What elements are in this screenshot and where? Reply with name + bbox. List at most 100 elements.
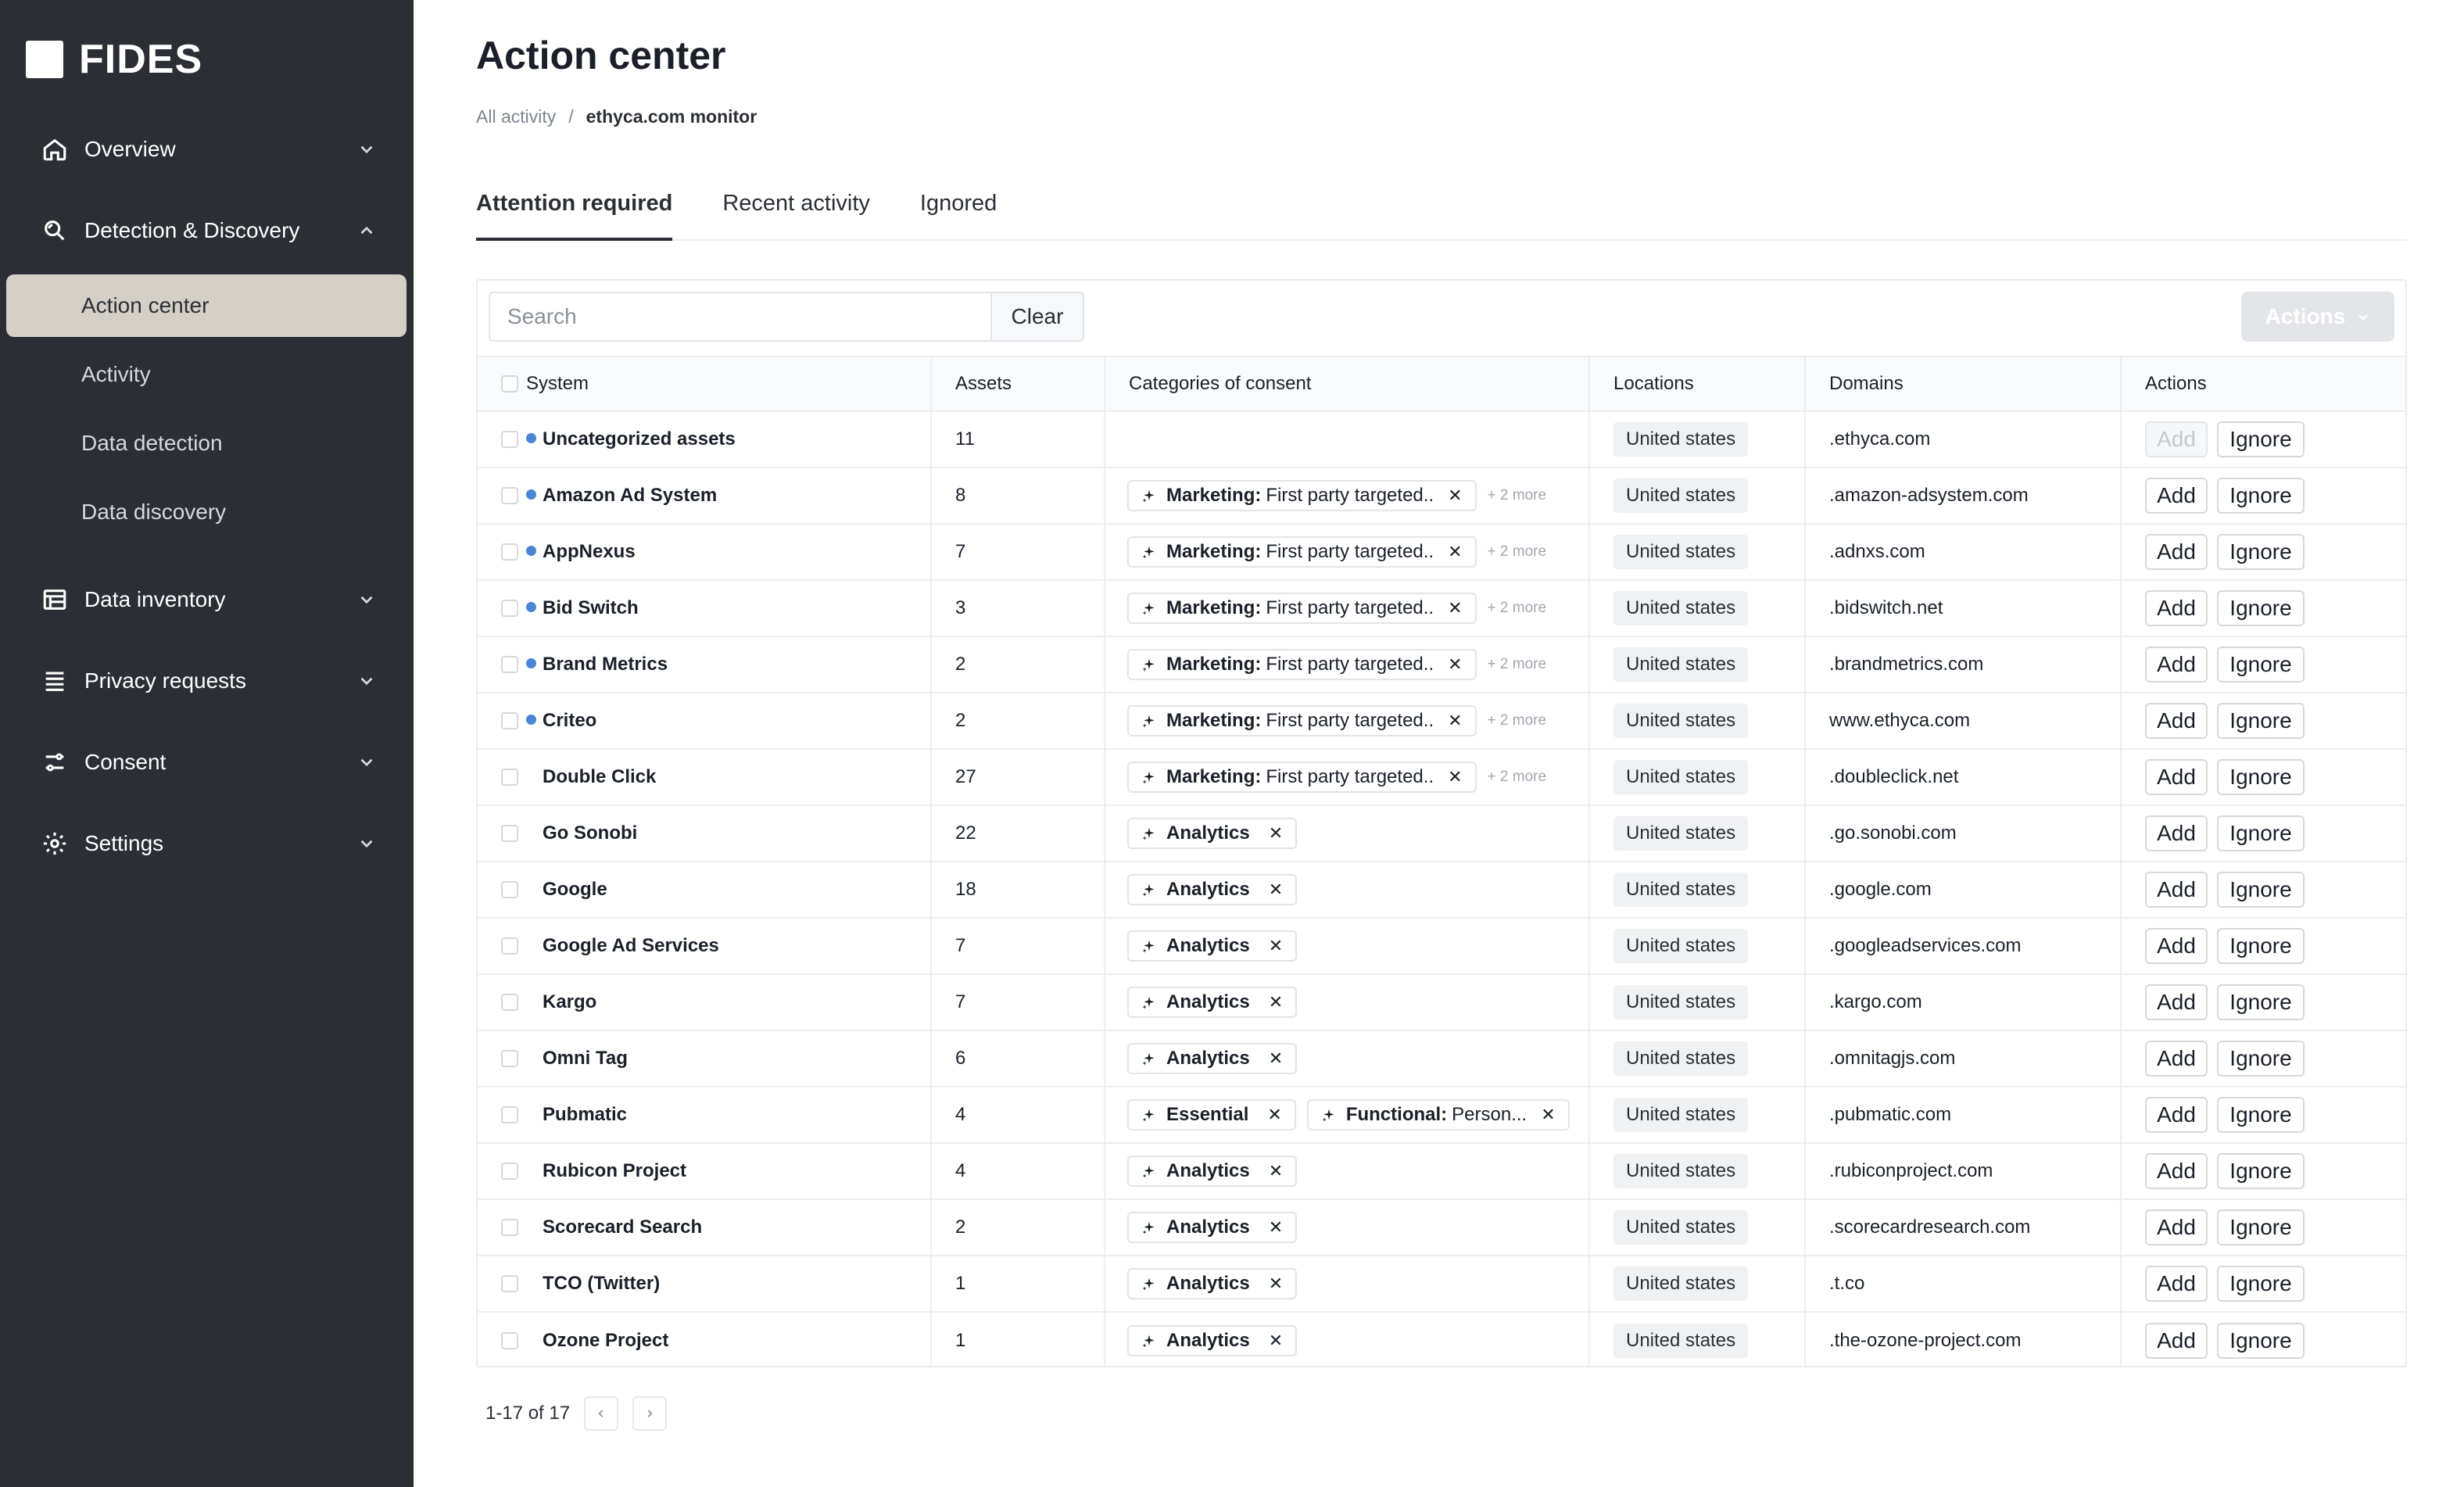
close-icon[interactable]: ✕ — [1269, 880, 1283, 900]
row-checkbox[interactable] — [501, 881, 518, 898]
row-checkbox[interactable] — [501, 600, 518, 617]
column-header-assets[interactable]: Assets — [931, 356, 1105, 412]
tab-recent-activity[interactable]: Recent activity — [722, 180, 870, 241]
row-checkbox[interactable] — [501, 1331, 518, 1349]
close-icon[interactable]: ✕ — [1448, 598, 1462, 618]
close-icon[interactable]: ✕ — [1269, 1274, 1283, 1294]
add-button[interactable]: Add — [2145, 1266, 2208, 1302]
ignore-button[interactable]: Ignore — [2217, 478, 2305, 514]
system-cell[interactable]: Amazon Ad System — [525, 468, 932, 525]
close-icon[interactable]: ✕ — [1448, 711, 1462, 731]
add-button[interactable]: Add — [2145, 928, 2208, 964]
close-icon[interactable]: ✕ — [1448, 542, 1462, 562]
add-button[interactable]: Add — [2145, 815, 2208, 851]
actions-button[interactable]: Actions — [2241, 292, 2394, 342]
search-input[interactable] — [489, 292, 992, 342]
row-checkbox[interactable] — [501, 431, 518, 448]
ignore-button[interactable]: Ignore — [2217, 703, 2305, 739]
system-cell[interactable]: Double Click — [525, 749, 932, 806]
ignore-button[interactable]: Ignore — [2217, 421, 2305, 457]
column-header-categories[interactable]: Categories of consent — [1105, 356, 1590, 412]
consent-category-tag[interactable]: Analytics ✕ — [1127, 1324, 1298, 1356]
system-cell[interactable]: Bid Switch — [525, 580, 932, 637]
table-row[interactable]: Ozone Project 1 Analytics ✕ United states .th… — [478, 1312, 2405, 1368]
close-icon[interactable]: ✕ — [1448, 767, 1462, 787]
row-checkbox[interactable] — [501, 1219, 518, 1236]
ignore-button[interactable]: Ignore — [2217, 1322, 2305, 1359]
table-row[interactable]: Kargo 7 Analytics ✕ United states .kargo.com A… — [478, 974, 2405, 1031]
nav-consent[interactable]: Consent — [6, 731, 406, 794]
ignore-button[interactable]: Ignore — [2217, 534, 2305, 570]
close-icon[interactable]: ✕ — [1267, 1105, 1281, 1125]
previous-page-button[interactable] — [584, 1396, 619, 1431]
add-button[interactable]: Add — [2145, 1322, 2208, 1359]
close-icon[interactable]: ✕ — [1541, 1105, 1555, 1125]
ignore-button[interactable]: Ignore — [2217, 984, 2305, 1020]
sidebar-item-data-detection[interactable]: Data detection — [6, 412, 406, 475]
close-icon[interactable]: ✕ — [1269, 992, 1283, 1012]
ignore-button[interactable]: Ignore — [2217, 590, 2305, 626]
table-row[interactable]: Brand Metrics 2 Marketing: First party targ… — [478, 636, 2405, 693]
row-checkbox[interactable] — [501, 825, 518, 842]
more-tags-link[interactable]: + 2 more — [1488, 543, 1547, 560]
sidebar-item-data-discovery[interactable]: Data discovery — [6, 481, 406, 543]
system-cell[interactable]: Ozone Project — [525, 1312, 932, 1368]
row-checkbox[interactable] — [501, 1106, 518, 1123]
system-cell[interactable]: Criteo — [525, 693, 932, 750]
table-row[interactable]: Google 18 Analytics ✕ United states .google.c… — [478, 862, 2405, 919]
consent-category-tag[interactable]: Analytics ✕ — [1127, 818, 1298, 849]
table-row[interactable]: Double Click 27 Marketing: First party targ… — [478, 749, 2405, 806]
table-row[interactable]: TCO (Twitter) 1 Analytics ✕ United states .t.… — [478, 1256, 2405, 1313]
add-button[interactable]: Add — [2145, 759, 2208, 795]
system-cell[interactable]: Rubicon Project — [525, 1143, 932, 1200]
sidebar-item-activity[interactable]: Activity — [6, 343, 406, 406]
row-checkbox[interactable] — [501, 769, 518, 786]
ignore-button[interactable]: Ignore — [2217, 815, 2305, 851]
consent-category-tag[interactable]: Analytics ✕ — [1127, 1212, 1298, 1243]
consent-category-tag[interactable]: Marketing: First party targeted.. ✕ — [1127, 761, 1477, 793]
table-row[interactable]: Criteo 2 Marketing: First party targeted.. ✕… — [478, 693, 2405, 750]
add-button[interactable]: Add — [2145, 1209, 2208, 1245]
select-all-checkbox[interactable] — [501, 375, 518, 392]
column-header-system[interactable]: System — [525, 356, 932, 412]
add-button[interactable]: Add — [2145, 1153, 2208, 1189]
ignore-button[interactable]: Ignore — [2217, 872, 2305, 908]
nav-privacy-requests[interactable]: Privacy requests — [6, 650, 406, 712]
more-tags-link[interactable]: + 2 more — [1488, 487, 1547, 503]
consent-category-tag[interactable]: Analytics ✕ — [1127, 930, 1298, 962]
close-icon[interactable]: ✕ — [1448, 486, 1462, 506]
system-cell[interactable]: AppNexus — [525, 524, 932, 581]
consent-category-tag[interactable]: Marketing: First party targeted.. ✕ — [1127, 593, 1477, 624]
row-checkbox[interactable] — [501, 543, 518, 561]
consent-category-tag[interactable]: Analytics ✕ — [1127, 874, 1298, 905]
column-header-domains[interactable]: Domains — [1805, 356, 2122, 412]
consent-category-tag[interactable]: Essential ✕ — [1127, 1099, 1296, 1130]
add-button[interactable]: Add — [2145, 1041, 2208, 1077]
tab-attention-required[interactable]: Attention required — [476, 180, 673, 241]
add-button[interactable]: Add — [2145, 703, 2208, 739]
tab-ignored[interactable]: Ignored — [920, 180, 997, 241]
consent-category-tag[interactable]: Marketing: First party targeted.. ✕ — [1127, 649, 1477, 680]
column-header-locations[interactable]: Locations — [1589, 356, 1806, 412]
row-checkbox[interactable] — [501, 937, 518, 955]
row-checkbox[interactable] — [501, 656, 518, 673]
breadcrumb-root-link[interactable]: All activity — [476, 106, 556, 127]
add-button[interactable]: Add — [2145, 421, 2208, 457]
row-checkbox[interactable] — [501, 1163, 518, 1180]
nav-settings[interactable]: Settings — [6, 812, 406, 875]
table-row[interactable]: Amazon Ad System 8 Marketing: First party t… — [478, 468, 2405, 525]
table-row[interactable]: Scorecard Search 2 Analytics ✕ United states… — [478, 1199, 2405, 1256]
consent-category-tag[interactable]: Marketing: First party targeted.. ✕ — [1127, 705, 1477, 736]
consent-category-tag[interactable]: Functional: Person... ✕ — [1306, 1099, 1570, 1130]
add-button[interactable]: Add — [2145, 478, 2208, 514]
row-checkbox[interactable] — [501, 1275, 518, 1292]
close-icon[interactable]: ✕ — [1269, 1161, 1283, 1181]
table-row[interactable]: Go Sonobi 22 Analytics ✕ United states .go.so… — [478, 805, 2405, 862]
ignore-button[interactable]: Ignore — [2217, 1266, 2305, 1302]
nav-detection-discovery[interactable]: Detection & Discovery — [6, 199, 406, 262]
system-cell[interactable]: Scorecard Search — [525, 1199, 932, 1256]
system-cell[interactable]: Google Ad Services — [525, 918, 932, 975]
close-icon[interactable]: ✕ — [1269, 936, 1283, 956]
more-tags-link[interactable]: + 2 more — [1488, 712, 1547, 729]
ignore-button[interactable]: Ignore — [2217, 1041, 2305, 1077]
